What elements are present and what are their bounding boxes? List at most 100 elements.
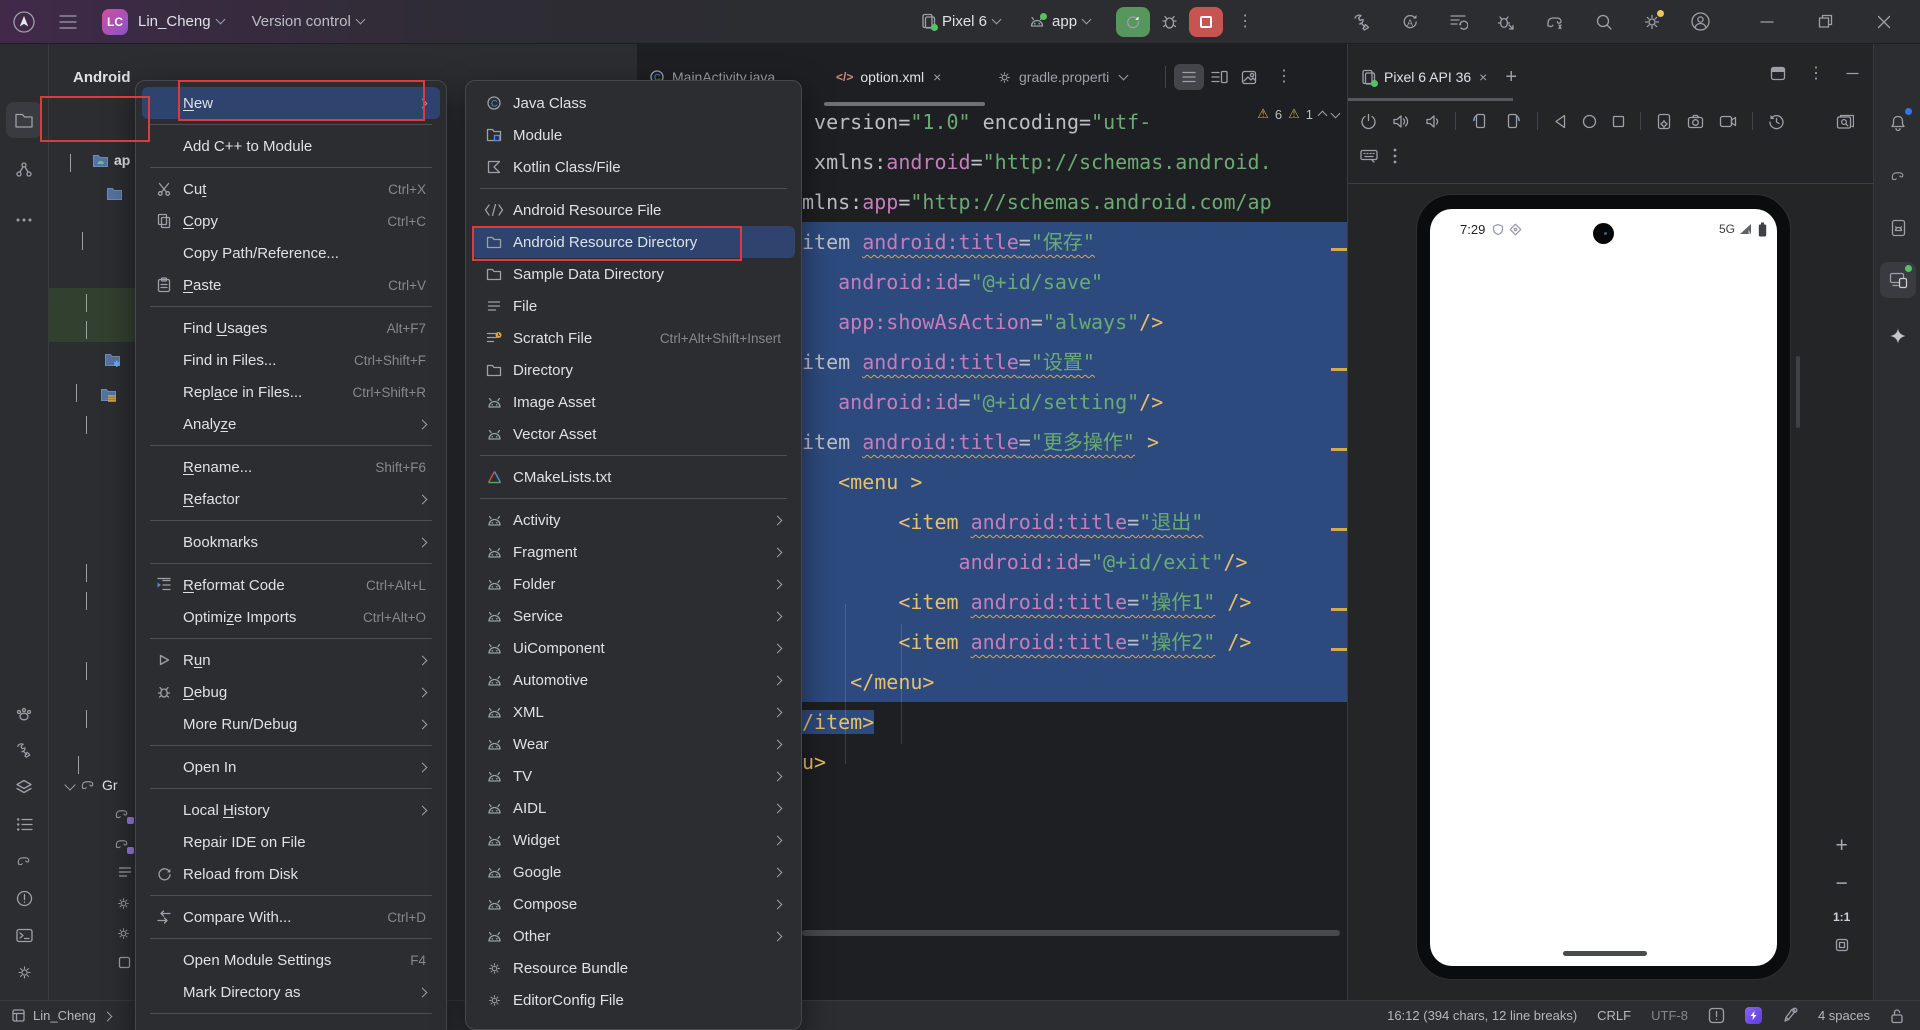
tree-chev-down[interactable] (76, 384, 77, 402)
todo-list-icon[interactable] (6, 806, 42, 842)
restore-button[interactable] (1818, 14, 1833, 29)
search-everywhere-icon[interactable] (1594, 12, 1614, 32)
highlighter-icon[interactable] (1782, 1007, 1798, 1024)
devgear-icon[interactable] (1656, 113, 1672, 130)
version-control-menu[interactable]: Version control (252, 13, 364, 30)
tree-chev-down[interactable] (82, 232, 83, 250)
menu-item-copy[interactable]: CopyCtrl+C (142, 205, 440, 237)
zoom-out-button[interactable]: − (1836, 872, 1848, 896)
rerun-button[interactable] (1116, 7, 1150, 37)
menu-item-uicomponent[interactable]: UiComponent (472, 632, 795, 664)
close-tab-icon[interactable]: × (933, 69, 941, 85)
inspections-widget[interactable]: ⚠6 ⚠1 (1257, 106, 1339, 122)
menu-item-bookmarks[interactable]: Bookmarks (142, 526, 440, 558)
notifications-bell-icon[interactable] (1880, 105, 1916, 141)
menu-item-reformat-code[interactable]: Reformat CodeCtrl+Alt+L (142, 569, 440, 601)
project-selector[interactable]: Lin_Cheng (138, 13, 224, 30)
hide-panel-icon[interactable] (1846, 67, 1859, 80)
rotcw-icon[interactable] (1504, 112, 1522, 130)
lock-icon[interactable] (1890, 1008, 1904, 1024)
breadcrumb[interactable]: Lin_Cheng (33, 1008, 96, 1023)
build-hammer-icon[interactable] (6, 732, 42, 768)
menu-item-android-resource-file[interactable]: Android Resource File (472, 194, 795, 226)
editor-options-kebab-icon[interactable]: ⋮ (1276, 74, 1292, 80)
panel-layout-icon[interactable] (1770, 66, 1786, 81)
menu-item-find-usages[interactable]: Find UsagesAlt+F7 (142, 312, 440, 344)
tree-folder-badge-yellow[interactable] (100, 387, 118, 403)
tree-chev-down[interactable] (86, 416, 87, 434)
gradle-elephant-icon[interactable] (1880, 158, 1916, 194)
menu-item-scratch-file[interactable]: Scratch FileCtrl+Alt+Shift+Insert (472, 322, 795, 354)
square-icon[interactable] (1612, 115, 1625, 128)
menu-item-wear[interactable]: Wear (472, 728, 795, 760)
back-icon[interactable] (1553, 114, 1567, 129)
menu-item-compare-with[interactable]: Compare With...Ctrl+D (142, 901, 440, 933)
tree-chev-down[interactable] (70, 154, 71, 172)
settings-icon[interactable] (1642, 12, 1662, 32)
minimize-button[interactable] (1760, 15, 1774, 29)
close-device-tab-icon[interactable]: × (1479, 69, 1487, 85)
more-tools-icon[interactable] (6, 202, 42, 238)
running-device-tab[interactable]: Pixel 6 API 36 × + (1348, 56, 1529, 98)
main-menu-icon[interactable] (58, 14, 78, 30)
menu-item-optimize-imports[interactable]: Optimize ImportsCtrl+Alt+O (142, 601, 440, 633)
menu-item-local-history[interactable]: Local History (142, 794, 440, 826)
debug-button[interactable] (1160, 12, 1179, 31)
build-icon[interactable] (1352, 12, 1372, 32)
emulator-screen[interactable]: 7:29 5G 韩的荣耀 ⋮ (1430, 209, 1777, 966)
menu-item-editorconfig-file[interactable]: EditorConfig File (472, 984, 795, 1016)
menu-item-debug[interactable]: Debug (142, 676, 440, 708)
menu-item-image-asset[interactable]: Image Asset (472, 386, 795, 418)
menu-item-mark-directory-as[interactable]: Mark Directory as (142, 976, 440, 1008)
horizontal-scrollbar[interactable] (802, 930, 1340, 936)
menu-item-other[interactable]: Other (472, 920, 795, 952)
tree-chev-right[interactable] (86, 710, 87, 728)
add-device-tab-icon[interactable]: + (1505, 66, 1517, 89)
menu-item-compose[interactable]: Compose (472, 888, 795, 920)
split-view-button[interactable] (1204, 64, 1234, 90)
tree-chev-right[interactable] (86, 564, 87, 582)
zoom-in-button[interactable]: + (1836, 834, 1848, 858)
run-config-selector[interactable]: app (1028, 13, 1090, 30)
menu-item-repair-ide-on-file[interactable]: Repair IDE on File (142, 826, 440, 858)
volup-icon[interactable] (1392, 114, 1410, 129)
menu-item-run[interactable]: Run (142, 644, 440, 676)
kebab-icon[interactable] (1393, 148, 1397, 164)
menu-item-widget[interactable]: Widget (472, 824, 795, 856)
menu-item-sample-data-directory[interactable]: Sample Data Directory (472, 258, 795, 290)
tree-chev-right[interactable] (86, 294, 87, 312)
menu-item-resource-bundle[interactable]: Resource Bundle (472, 952, 795, 984)
menu-item-automotive[interactable]: Automotive (472, 664, 795, 696)
paw-icon[interactable] (6, 695, 42, 731)
panel-scrollbar[interactable] (1796, 356, 1800, 428)
menu-item-google[interactable]: Google (472, 856, 795, 888)
next-issue-icon[interactable] (1331, 108, 1341, 118)
tree-chev-down[interactable] (86, 592, 87, 610)
menu-item-open-module-settings[interactable]: Open Module SettingsF4 (142, 944, 440, 976)
menu-item-cut[interactable]: CutCtrl+X (142, 173, 440, 205)
tree-elephant[interactable] (112, 836, 132, 857)
menu-item-add-c-to-module[interactable]: Add C++ to Module (142, 130, 440, 162)
menu-item-replace-in-files[interactable]: Replace in Files...Ctrl+Shift+R (142, 376, 440, 408)
tree-folder-android[interactable]: ap (92, 152, 130, 173)
power-icon[interactable] (1360, 113, 1377, 130)
emulator-phone[interactable]: 7:29 5G 韩的荣耀 ⋮ (1416, 194, 1791, 980)
warning-box-icon[interactable] (1708, 1007, 1725, 1024)
tree-folder-blue[interactable] (106, 186, 123, 201)
tree-chev-down[interactable] (78, 756, 79, 774)
restore-icon[interactable] (1768, 113, 1785, 130)
menu-item-activity[interactable]: Activity (472, 504, 795, 536)
device-zoom-icon[interactable] (1836, 114, 1854, 132)
menu-item-copy-path-reference[interactable]: Copy Path/Reference... (142, 237, 440, 269)
commit-graph-icon[interactable] (6, 152, 42, 188)
tree-elephant[interactable] (112, 806, 132, 827)
menu-item-analyze[interactable]: Analyze (142, 408, 440, 440)
voldown-icon[interactable] (1425, 114, 1440, 129)
video-icon[interactable] (1719, 115, 1737, 128)
menu-item-open-in[interactable]: Open In (142, 751, 440, 783)
menu-item-rename[interactable]: Rename...Shift+F6 (142, 451, 440, 483)
app-overflow-kebab-icon[interactable]: ⋮ (1746, 271, 1761, 277)
tab-gradle-properties[interactable]: gradle.properti (985, 56, 1157, 98)
project-view-header[interactable]: Android (73, 69, 131, 86)
close-button[interactable] (1877, 15, 1891, 29)
